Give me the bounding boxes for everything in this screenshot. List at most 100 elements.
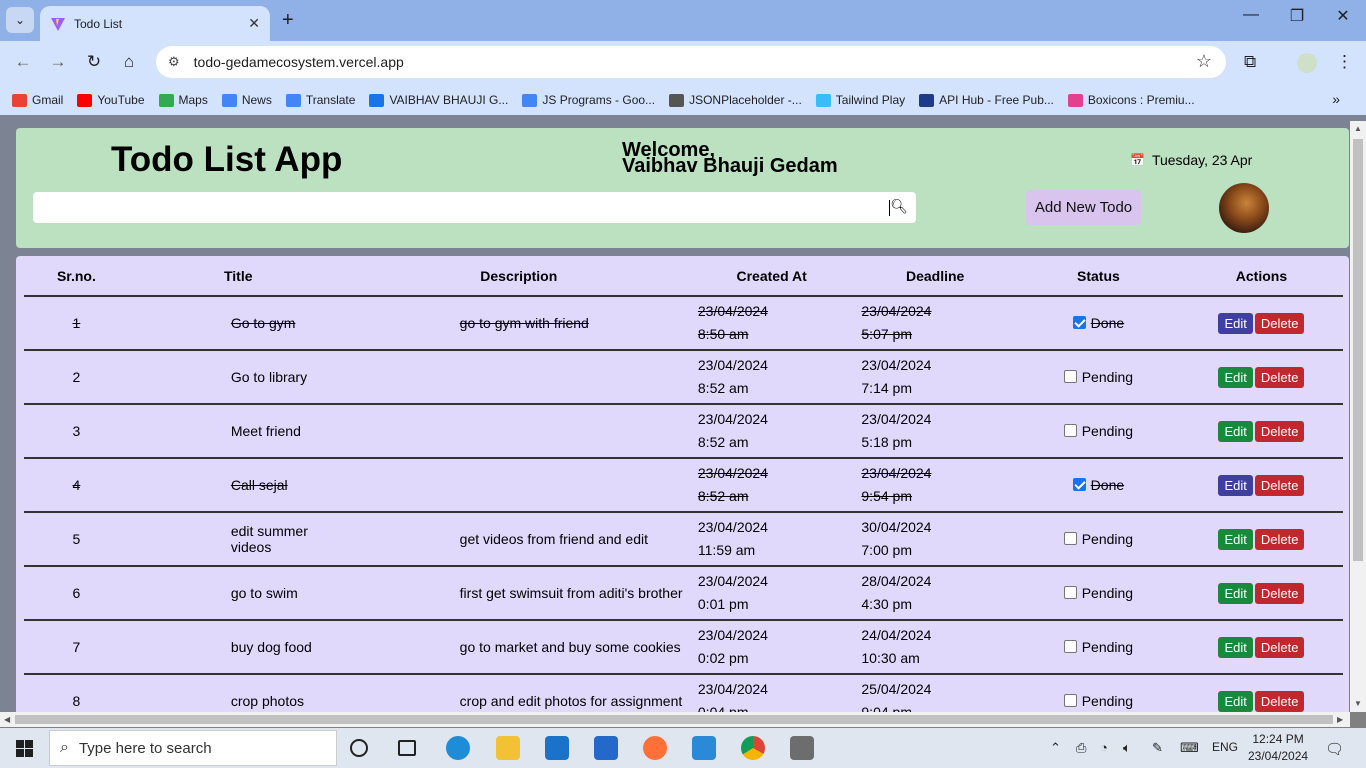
bookmark-item[interactable]: YouTube bbox=[77, 93, 145, 107]
tab-search-button[interactable]: ⌄ bbox=[6, 7, 34, 33]
deadline-date: 23/04/2024 bbox=[861, 411, 932, 427]
restore-icon[interactable]: ❐ bbox=[1274, 6, 1320, 26]
horizontal-scrollbar[interactable]: ◀ ▶ bbox=[0, 712, 1350, 727]
delete-button[interactable]: Delete bbox=[1254, 312, 1305, 334]
reload-icon[interactable]: ↻ bbox=[83, 52, 105, 72]
edge-icon[interactable] bbox=[446, 736, 470, 760]
bookmark-item[interactable]: Gmail bbox=[12, 93, 63, 107]
delete-button[interactable]: Delete bbox=[1254, 474, 1305, 496]
close-window-icon[interactable]: ✕ bbox=[1320, 6, 1366, 26]
notifications-icon[interactable]: 🗨︎ bbox=[1325, 740, 1344, 758]
cell-srno: 5 bbox=[24, 512, 129, 567]
delete-button[interactable]: Delete bbox=[1254, 528, 1305, 550]
pen-icon[interactable]: ✎ bbox=[1152, 740, 1163, 756]
status-checkbox[interactable] bbox=[1072, 478, 1086, 491]
bookmark-item[interactable]: Maps bbox=[158, 93, 208, 107]
back-icon[interactable]: ← bbox=[12, 52, 34, 72]
bookmark-item[interactable]: Boxicons : Premiu... bbox=[1067, 93, 1195, 107]
status-checkbox[interactable] bbox=[1063, 640, 1077, 653]
profile-avatar[interactable] bbox=[1297, 53, 1317, 73]
meet-now-icon[interactable]: ⎙ bbox=[1076, 740, 1086, 756]
extensions-icon[interactable]: ⧉ bbox=[1244, 52, 1256, 72]
edit-button[interactable]: Edit bbox=[1218, 420, 1253, 442]
chevron-up-icon[interactable]: ⌃ bbox=[1050, 740, 1061, 756]
bookmark-item[interactable]: Translate bbox=[285, 93, 355, 107]
calculator-icon[interactable] bbox=[790, 736, 814, 760]
bookmark-item[interactable]: News bbox=[221, 93, 272, 107]
search-icon[interactable]: 🔍︎ bbox=[890, 198, 908, 215]
status-checkbox[interactable] bbox=[1063, 586, 1077, 599]
chrome-icon[interactable] bbox=[741, 736, 765, 760]
forward-icon[interactable]: → bbox=[47, 52, 69, 72]
file-explorer-icon[interactable] bbox=[496, 736, 520, 760]
bookmark-star-icon[interactable]: ☆ bbox=[1196, 51, 1212, 72]
delete-button[interactable]: Delete bbox=[1254, 636, 1305, 658]
delete-button[interactable]: Delete bbox=[1254, 582, 1305, 604]
tab-todo-list[interactable]: Todo List ✕ bbox=[40, 6, 270, 41]
address-bar[interactable]: ⚙ todo-gedamecosystem.vercel.app ☆ bbox=[156, 46, 1226, 78]
edit-button[interactable]: Edit bbox=[1218, 312, 1253, 334]
bookmark-item[interactable]: API Hub - Free Pub... bbox=[919, 93, 1054, 107]
deadline-date: 25/04/2024 bbox=[861, 681, 932, 697]
url-text[interactable]: todo-gedamecosystem.vercel.app bbox=[194, 54, 404, 70]
scroll-down-icon[interactable]: ▼ bbox=[1354, 699, 1362, 708]
cortana-icon[interactable] bbox=[350, 739, 368, 757]
vertical-scroll-thumb[interactable] bbox=[1353, 139, 1363, 561]
edit-button[interactable]: Edit bbox=[1218, 474, 1253, 496]
edit-button[interactable]: Edit bbox=[1218, 528, 1253, 550]
taskbar-search-input[interactable]: ⌕ Type here to search bbox=[49, 730, 337, 766]
bookmark-label: JSONPlaceholder -... bbox=[689, 93, 802, 107]
scroll-left-icon[interactable]: ◀ bbox=[4, 715, 10, 724]
status-checkbox[interactable] bbox=[1063, 424, 1077, 437]
status-checkbox[interactable] bbox=[1063, 694, 1077, 707]
delete-button[interactable]: Delete bbox=[1254, 420, 1305, 442]
keyboard-icon[interactable]: ⌨ bbox=[1180, 740, 1199, 756]
header-description: Description bbox=[347, 256, 690, 297]
language-indicator[interactable]: ENG bbox=[1212, 740, 1238, 754]
taskbar-clock[interactable]: 12:24 PM 23/04/2024 bbox=[1248, 731, 1308, 765]
menu-icon[interactable]: ⋮ bbox=[1336, 52, 1353, 72]
windows-start-icon[interactable] bbox=[16, 740, 33, 757]
bookmark-label: VAIBHAV BHAUJI G... bbox=[389, 93, 509, 107]
delete-button[interactable]: Delete bbox=[1254, 690, 1305, 712]
close-tab-icon[interactable]: ✕ bbox=[248, 15, 260, 32]
firefox-icon[interactable] bbox=[643, 736, 667, 760]
status-checkbox[interactable] bbox=[1063, 532, 1077, 545]
store-icon[interactable] bbox=[594, 736, 618, 760]
scroll-up-icon[interactable]: ▲ bbox=[1354, 124, 1362, 133]
deadline-date: 30/04/2024 bbox=[861, 519, 932, 535]
table-row: 3 Meet friend 23/04/2024 8:52 am 23/04/2024 5… bbox=[24, 404, 1343, 459]
bookmark-label: Boxicons : Premiu... bbox=[1087, 93, 1195, 107]
home-icon[interactable]: ⌂ bbox=[118, 52, 140, 72]
task-view-icon[interactable] bbox=[398, 740, 416, 756]
scroll-right-icon[interactable]: ▶ bbox=[1337, 715, 1343, 724]
vertical-scrollbar[interactable]: ▲ ▼ bbox=[1350, 121, 1366, 712]
status-checkbox[interactable] bbox=[1072, 316, 1086, 329]
mail-icon[interactable] bbox=[545, 736, 569, 760]
delete-button[interactable]: Delete bbox=[1254, 366, 1305, 388]
chevron-down-icon: ⌄ bbox=[14, 13, 26, 27]
volume-icon[interactable]: 🔈︎ bbox=[1123, 740, 1131, 756]
user-name: Vaibhav Bhauji Gedam bbox=[622, 155, 838, 177]
edit-button[interactable]: Edit bbox=[1218, 582, 1253, 604]
bookmark-item[interactable]: JS Programs - Goo... bbox=[522, 93, 655, 107]
bookmark-item[interactable]: VAIBHAV BHAUJI G... bbox=[369, 93, 508, 107]
site-info-icon[interactable]: ⚙ bbox=[168, 54, 180, 70]
edit-button[interactable]: Edit bbox=[1218, 636, 1253, 658]
edit-button[interactable]: Edit bbox=[1218, 690, 1253, 712]
new-tab-icon[interactable]: + bbox=[282, 9, 294, 32]
more-bookmarks-icon[interactable]: » bbox=[1332, 91, 1340, 107]
bookmark-item[interactable]: Tailwind Play bbox=[815, 93, 905, 107]
search-input[interactable]: 🔍︎ bbox=[33, 192, 916, 223]
status-checkbox[interactable] bbox=[1063, 370, 1077, 383]
bookmark-favicon-icon bbox=[1067, 93, 1083, 107]
bookmark-item[interactable]: JSONPlaceholder -... bbox=[669, 93, 802, 107]
vscode-icon[interactable] bbox=[692, 736, 716, 760]
add-new-todo-button[interactable]: Add New Todo bbox=[1026, 190, 1141, 225]
user-avatar[interactable] bbox=[1219, 183, 1269, 233]
horizontal-scroll-thumb[interactable] bbox=[15, 715, 1333, 724]
bookmark-label: API Hub - Free Pub... bbox=[939, 93, 1054, 107]
minimize-icon[interactable]: — bbox=[1228, 6, 1274, 24]
wifi-icon[interactable]: ◔ bbox=[1100, 740, 1108, 755]
edit-button[interactable]: Edit bbox=[1218, 366, 1253, 388]
